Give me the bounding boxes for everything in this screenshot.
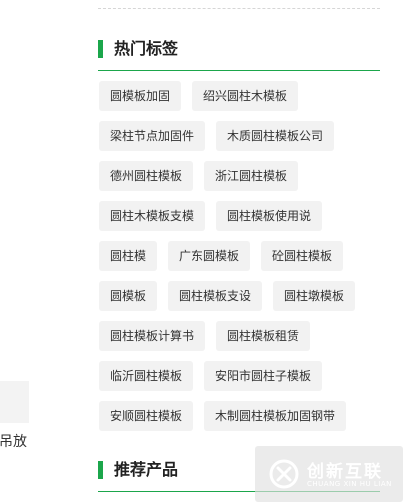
hot-tag-link[interactable]: 圆柱木模板支模: [99, 201, 206, 231]
tag-row: 圆柱模板计算书 圆柱模板租赁: [99, 321, 389, 351]
watermark-brand: 创新互联: [307, 462, 383, 482]
hot-tag-link[interactable]: 广东圆模板: [168, 241, 251, 271]
hot-tag-link[interactable]: 木制圆柱模板加固钢带: [204, 401, 347, 431]
hot-tag-link[interactable]: 安阳市圆柱子模板: [204, 361, 323, 391]
tag-row: 圆模板加固 绍兴圆柱木模板: [99, 81, 389, 111]
tag-row: 圆模板 圆柱模板支设 圆柱墩模板: [99, 281, 389, 311]
hot-tag-link[interactable]: 安顺圆柱模板: [99, 401, 194, 431]
hot-tag-link[interactable]: 圆柱模板使用说: [216, 201, 323, 231]
hot-tags-title: 热门标签: [114, 39, 179, 58]
tag-row: 安顺圆柱模板 木制圆柱模板加固钢带: [99, 401, 389, 431]
tag-row: 德州圆柱模板 浙江圆柱模板: [99, 161, 389, 191]
tag-row: 临沂圆柱模板 安阳市圆柱子模板: [99, 361, 389, 391]
hot-tags-title-rule: [98, 70, 380, 71]
hot-tag-link[interactable]: 圆模板: [99, 281, 158, 311]
tag-row: 梁柱节点加固件 木质圆柱模板公司: [99, 121, 389, 151]
hot-tag-link[interactable]: 圆柱墩模板: [273, 281, 356, 311]
left-column-block: [0, 381, 29, 423]
watermark-sub: CHUANG XIN HU LIAN: [307, 480, 392, 488]
tag-row: 圆柱木模板支模 圆柱模板使用说: [99, 201, 389, 231]
left-column-partial-text: 吊放: [0, 434, 27, 450]
brand-watermark: 创新互联 CHUANG XIN HU LIAN: [255, 446, 403, 502]
hot-tag-link[interactable]: 圆柱模板租赁: [216, 321, 311, 351]
hot-tag-link[interactable]: 圆模板加固: [99, 81, 182, 111]
heading-accent-bar: [98, 40, 103, 58]
hot-tag-link[interactable]: 圆柱模板计算书: [99, 321, 206, 351]
brand-logo-icon: [269, 459, 299, 489]
top-dashed-divider: [98, 8, 380, 9]
tag-row: 圆柱模 广东圆模板 砼圆柱模板: [99, 241, 389, 271]
hot-tag-link[interactable]: 砼圆柱模板: [261, 241, 344, 271]
recommended-title: 推荐产品: [114, 460, 179, 479]
hot-tag-link[interactable]: 德州圆柱模板: [99, 161, 194, 191]
hot-tag-link[interactable]: 圆柱模板支设: [168, 281, 263, 311]
hot-tag-link[interactable]: 浙江圆柱模板: [204, 161, 299, 191]
hot-tag-link[interactable]: 梁柱节点加固件: [99, 121, 206, 151]
hot-tag-link[interactable]: 绍兴圆柱木模板: [192, 81, 299, 111]
hot-tags-heading: 热门标签: [98, 37, 380, 61]
hot-tag-link[interactable]: 木质圆柱模板公司: [216, 121, 335, 151]
hot-tag-link[interactable]: 临沂圆柱模板: [99, 361, 194, 391]
page: 热门标签 圆模板加固 绍兴圆柱木模板 梁柱节点加固件 木质圆柱模板公司 德州圆柱模板 浙江…: [0, 0, 403, 502]
hot-tag-link[interactable]: 圆柱模: [99, 241, 158, 271]
heading-accent-bar: [98, 461, 103, 479]
tag-cloud: 圆模板加固 绍兴圆柱木模板 梁柱节点加固件 木质圆柱模板公司 德州圆柱模板 浙江圆柱模板圆…: [99, 81, 389, 441]
